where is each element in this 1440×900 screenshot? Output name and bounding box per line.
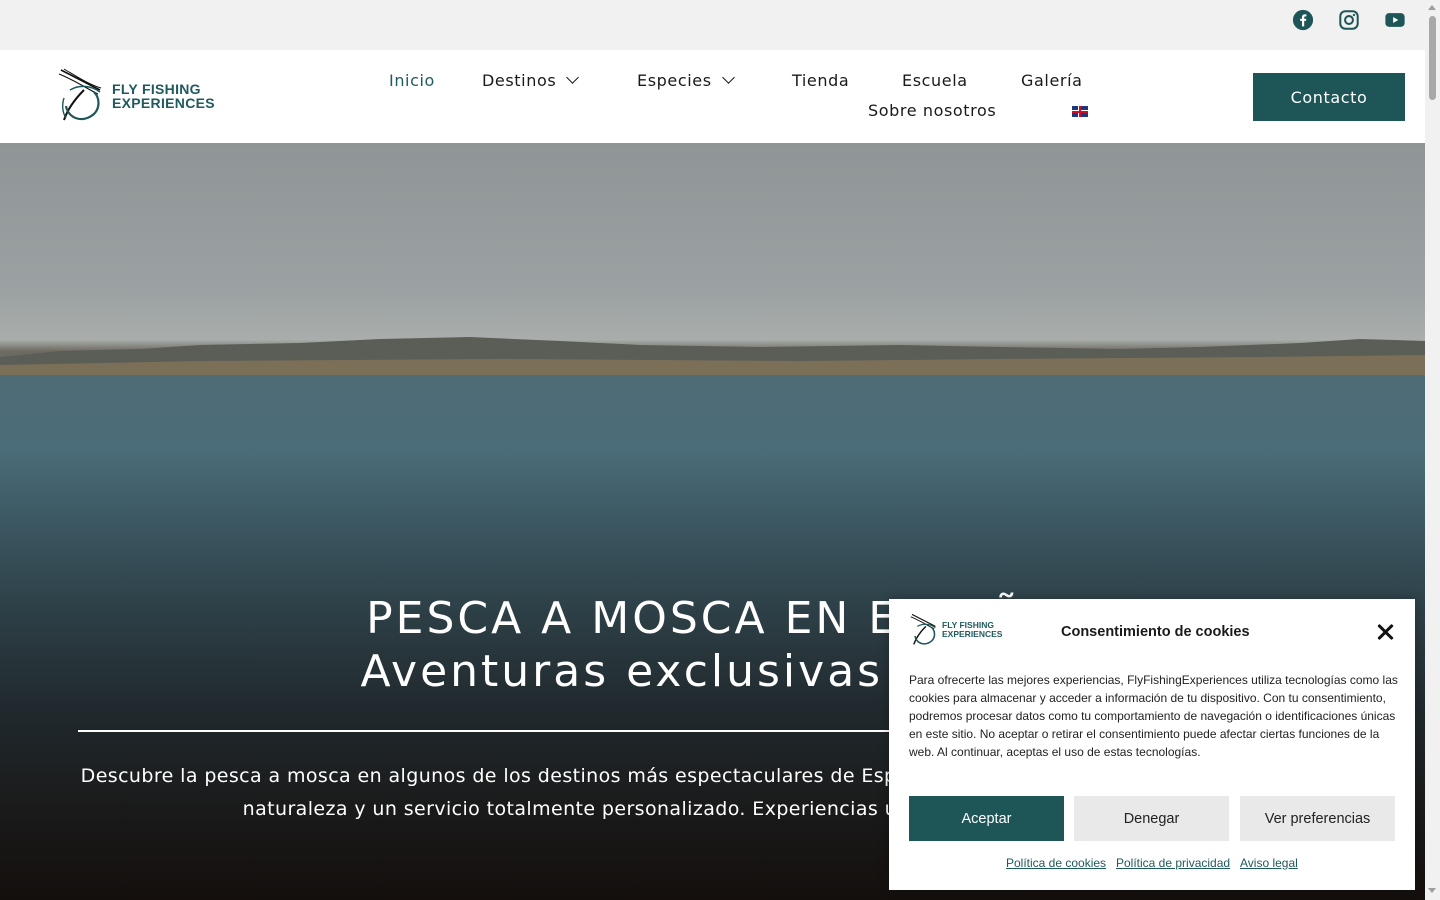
instagram-icon[interactable] bbox=[1338, 9, 1360, 31]
cookie-logo-line2: EXPERIENCES bbox=[942, 629, 1003, 639]
hills-silhouette bbox=[0, 337, 1425, 375]
logo-line1: FLY FISHING bbox=[112, 81, 201, 97]
deny-button[interactable]: Denegar bbox=[1074, 796, 1229, 841]
legal-notice-link[interactable]: Aviso legal bbox=[1240, 856, 1298, 870]
uk-flag-icon[interactable] bbox=[1072, 106, 1088, 117]
site-header: FLY FISHING EXPERIENCES Inicio Destinos … bbox=[0, 50, 1425, 143]
top-bar bbox=[0, 0, 1425, 50]
nav-item-sobre-nosotros[interactable]: Sobre nosotros bbox=[868, 101, 996, 120]
fly-logo-icon bbox=[58, 68, 102, 121]
chevron-down-icon bbox=[566, 71, 580, 84]
scrollbar-thumb[interactable] bbox=[1429, 16, 1436, 100]
scrollbar[interactable] bbox=[1425, 0, 1440, 900]
nav-item-inicio[interactable]: Inicio bbox=[389, 71, 435, 90]
privacy-policy-link[interactable]: Política de privacidad bbox=[1116, 856, 1230, 870]
nav-item-especies[interactable]: Especies bbox=[637, 71, 735, 90]
cookie-consent-dialog: FLY FISHING EXPERIENCES Consentimiento d… bbox=[889, 599, 1415, 890]
cookie-policy-link[interactable]: Política de cookies bbox=[1006, 856, 1106, 870]
scroll-down-icon[interactable] bbox=[1428, 888, 1436, 893]
nav-item-escuela[interactable]: Escuela bbox=[902, 71, 968, 90]
nav-item-especies-label: Especies bbox=[637, 71, 712, 90]
nav-item-galeria[interactable]: Galería bbox=[1021, 71, 1083, 90]
nav-item-destinos-label: Destinos bbox=[482, 71, 557, 90]
logo[interactable]: FLY FISHING EXPERIENCES bbox=[56, 68, 215, 124]
cookie-text: Para ofrecerte las mejores experiencias,… bbox=[909, 673, 1398, 759]
accept-button[interactable]: Aceptar bbox=[909, 796, 1064, 841]
youtube-icon[interactable] bbox=[1384, 9, 1406, 31]
cookie-title: Consentimiento de cookies bbox=[1061, 624, 1250, 640]
fly-logo-icon bbox=[910, 613, 936, 645]
scroll-up-icon[interactable] bbox=[1428, 5, 1436, 10]
nav-item-tienda[interactable]: Tienda bbox=[792, 71, 849, 90]
facebook-icon[interactable] bbox=[1292, 9, 1314, 31]
cookie-logo: FLY FISHING EXPERIENCES bbox=[909, 613, 1002, 647]
preferences-button[interactable]: Ver preferencias bbox=[1240, 796, 1395, 841]
contact-button[interactable]: Contacto bbox=[1253, 73, 1405, 121]
chevron-down-icon bbox=[721, 71, 735, 84]
nav-item-destinos[interactable]: Destinos bbox=[482, 71, 580, 90]
close-icon[interactable] bbox=[1376, 623, 1394, 641]
logo-line2: EXPERIENCES bbox=[112, 95, 215, 111]
